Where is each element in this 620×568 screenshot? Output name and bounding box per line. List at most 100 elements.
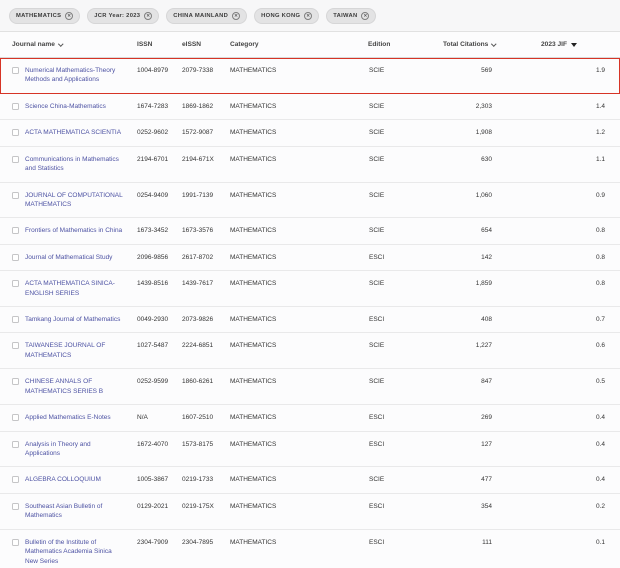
filter-chip-label: TAIWAN [333,13,357,19]
filter-chip: MATHEMATICS ✕ [9,8,80,24]
jif-value: 1.9 [538,58,620,93]
row-checkbox[interactable] [12,227,19,234]
issn-value: 0049-2930 [134,307,179,332]
row-checkbox[interactable] [12,378,19,385]
journal-name-link[interactable]: Frontiers of Mathematics in China [25,226,122,235]
table-row: Bulletin of the Institute of Mathematics… [0,530,620,568]
eissn-value: 1673-3576 [179,218,227,243]
edition-value: SCIE [364,333,440,368]
jif-value: 0.5 [538,369,620,404]
issn-value: 0252-9599 [134,369,179,404]
journal-name-cell: Analysis in Theory and Applications [0,432,134,467]
category-value: MATHEMATICS [227,271,364,306]
journal-name-link[interactable]: Bulletin of the Institute of Mathematics… [25,538,126,566]
table-row: Communications in Mathematics and Statis… [0,147,620,183]
jif-value: 0.8 [538,271,620,306]
filter-bar: MATHEMATICS ✕ JCR Year: 2023 ✕ CHINA MAI… [0,0,620,31]
journal-name-link[interactable]: Communications in Mathematics and Statis… [25,155,126,174]
close-icon[interactable]: ✕ [361,12,369,20]
journal-name-link[interactable]: Journal of Mathematical Study [25,253,112,262]
row-checkbox[interactable] [12,476,19,483]
close-icon[interactable]: ✕ [65,12,73,20]
column-eissn: eISSN [179,32,227,57]
row-checkbox[interactable] [12,503,19,510]
jif-value: 0.4 [538,467,620,492]
journal-name-cell: Frontiers of Mathematics in China [0,218,134,243]
column-2023-jif-label: 2023 JIF [541,41,567,48]
row-checkbox[interactable] [12,192,19,199]
table-row: TAIWANESE JOURNAL OF MATHEMATICS 1027-54… [0,333,620,369]
issn-value: 1439-8516 [134,271,179,306]
issn-value: 0252-9602 [134,120,179,145]
filter-chip: HONG KONG ✕ [254,8,319,24]
sort-chevron-icon [58,41,63,46]
journal-name-link[interactable]: Applied Mathematics E-Notes [25,413,111,422]
row-checkbox[interactable] [12,103,19,110]
journal-name-link[interactable]: Science China-Mathematics [25,102,106,111]
close-icon[interactable]: ✕ [304,12,312,20]
edition-value: SCIE [364,369,440,404]
eissn-value: 2304-7895 [179,530,227,568]
journal-name-cell: Applied Mathematics E-Notes [0,405,134,430]
row-checkbox[interactable] [12,441,19,448]
eissn-value: 2073-9826 [179,307,227,332]
category-value: MATHEMATICS [227,494,364,529]
edition-value: SCIE [364,94,440,119]
eissn-value: 2194-671X [179,147,227,182]
journal-name-link[interactable]: Analysis in Theory and Applications [25,440,126,459]
journal-name-link[interactable]: Southeast Asian Bulletin of Mathematics [25,502,126,521]
eissn-value: 1572-9087 [179,120,227,145]
filter-chip-label: HONG KONG [261,13,300,19]
journal-name-cell: ACTA MATHEMATICA SCIENTIA [0,120,134,145]
table-row: Science China-Mathematics 1674-7283 1869… [0,94,620,120]
row-checkbox[interactable] [12,254,19,261]
table-row: ACTA MATHEMATICA SINICA-ENGLISH SERIES 1… [0,271,620,307]
citations-value: 654 [440,218,538,243]
journal-name-link[interactable]: ALGEBRA COLLOQUIUM [25,475,101,484]
edition-value: ESCI [364,494,440,529]
category-value: MATHEMATICS [227,94,364,119]
journals-table: Journal name ISSN eISSN Category Edition… [0,31,620,568]
journal-name-link[interactable]: Tamkang Journal of Mathematics [25,315,120,324]
filter-chip: JCR Year: 2023 ✕ [87,8,159,24]
table-row: Journal of Mathematical Study 2096-9856 … [0,245,620,271]
column-2023-jif[interactable]: 2023 JIF [538,32,620,57]
issn-value: 1672-4070 [134,432,179,467]
journal-name-link[interactable]: CHINESE ANNALS OF MATHEMATICS SERIES B [25,377,126,396]
citations-value: 1,227 [440,333,538,368]
citations-value: 1,060 [440,183,538,218]
eissn-value: 1860-6261 [179,369,227,404]
eissn-value: 0219-175X [179,494,227,529]
eissn-value: 2079-7338 [179,58,227,93]
row-checkbox[interactable] [12,129,19,136]
journal-name-link[interactable]: ACTA MATHEMATICA SCIENTIA [25,128,121,137]
journal-name-cell: Numerical Mathematics-Theory Methods and… [0,58,134,93]
row-checkbox[interactable] [12,342,19,349]
row-checkbox[interactable] [12,67,19,74]
row-checkbox[interactable] [12,156,19,163]
journal-name-link[interactable]: ACTA MATHEMATICA SINICA-ENGLISH SERIES [25,279,126,298]
journal-name-cell: Southeast Asian Bulletin of Mathematics [0,494,134,529]
journal-name-link[interactable]: TAIWANESE JOURNAL OF MATHEMATICS [25,341,126,360]
issn-value: 1673-3452 [134,218,179,243]
row-checkbox[interactable] [12,280,19,287]
journal-name-link[interactable]: Numerical Mathematics-Theory Methods and… [25,66,126,85]
row-checkbox[interactable] [12,539,19,546]
table-row: Analysis in Theory and Applications 1672… [0,432,620,468]
journal-name-cell: Bulletin of the Institute of Mathematics… [0,530,134,568]
close-icon[interactable]: ✕ [232,12,240,20]
eissn-value: 1607-2510 [179,405,227,430]
column-total-citations-label: Total Citations [443,41,488,48]
close-icon[interactable]: ✕ [144,12,152,20]
journal-name-link[interactable]: JOURNAL OF COMPUTATIONAL MATHEMATICS [25,191,126,210]
filter-chip-label: JCR Year: 2023 [94,13,140,19]
category-value: MATHEMATICS [227,218,364,243]
row-checkbox[interactable] [12,316,19,323]
row-checkbox[interactable] [12,414,19,421]
column-total-citations[interactable]: Total Citations [440,32,538,57]
column-journal-name[interactable]: Journal name [0,32,134,57]
column-eissn-label: eISSN [182,41,201,48]
table-row: CHINESE ANNALS OF MATHEMATICS SERIES B 0… [0,369,620,405]
table-row: Numerical Mathematics-Theory Methods and… [0,58,620,94]
column-issn-label: ISSN [137,41,152,48]
